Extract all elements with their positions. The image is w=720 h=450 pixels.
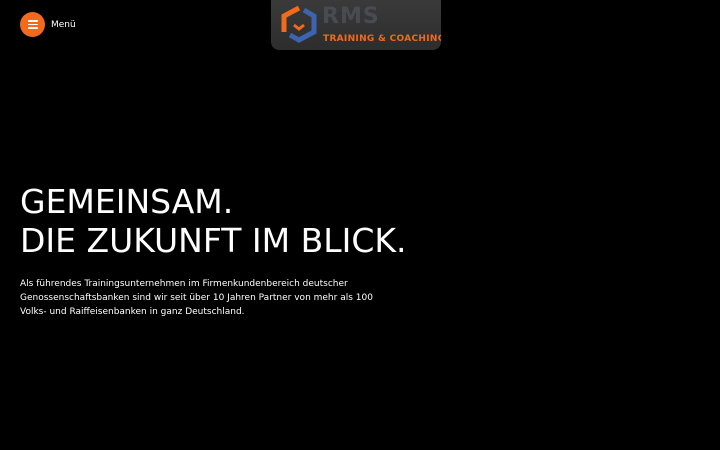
page: Menü RMS TRAINING & COACHING GEMEINSAM. … bbox=[0, 0, 720, 450]
hero-title-line-1: GEMEINSAM. bbox=[20, 182, 234, 221]
logo-tagline: TRAINING & COACHING bbox=[323, 34, 441, 44]
menu-button[interactable]: Menü bbox=[20, 12, 76, 37]
site-logo[interactable]: RMS TRAINING & COACHING bbox=[271, 0, 441, 50]
hero-title: GEMEINSAM. DIE ZUKUNFT IM BLICK. bbox=[20, 182, 407, 260]
logo-name: RMS bbox=[322, 4, 380, 29]
hamburger-icon[interactable] bbox=[20, 12, 45, 37]
hexagon-logo-icon bbox=[281, 5, 317, 43]
hero-title-line-2: DIE ZUKUNFT IM BLICK. bbox=[20, 221, 407, 260]
hero-description: Als führendes Trainingsunternehmen im Fi… bbox=[20, 279, 373, 317]
menu-label[interactable]: Menü bbox=[51, 20, 76, 30]
